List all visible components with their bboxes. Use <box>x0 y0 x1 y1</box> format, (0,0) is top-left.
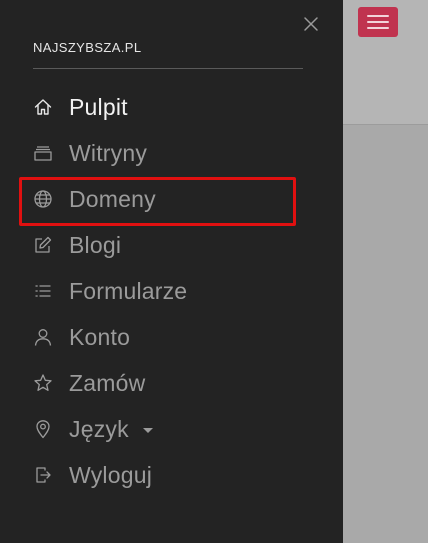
hamburger-line <box>367 15 389 17</box>
menu-item-jezyk[interactable]: Język <box>0 406 343 452</box>
home-icon <box>33 97 53 117</box>
menu-item-zamow[interactable]: Zamów <box>0 360 343 406</box>
user-icon <box>33 327 53 347</box>
side-drawer: NAJSZYBSZA.PL Pulpit Witryny Domeny Blog… <box>0 0 343 543</box>
main-menu: Pulpit Witryny Domeny Blogi Formularze K… <box>0 84 343 498</box>
app-screen: NAJSZYBSZA.PL Pulpit Witryny Domeny Blog… <box>0 0 428 543</box>
menu-item-label: Formularze <box>69 277 188 304</box>
logout-icon <box>33 465 53 485</box>
hamburger-menu-button[interactable] <box>358 7 398 37</box>
dropdown-caret-icon[interactable] <box>142 427 153 433</box>
hamburger-line <box>367 27 389 29</box>
close-icon[interactable] <box>302 15 320 33</box>
menu-item-wyloguj[interactable]: Wyloguj <box>0 452 343 498</box>
menu-item-witryny[interactable]: Witryny <box>0 130 343 176</box>
menu-item-blogi[interactable]: Blogi <box>0 222 343 268</box>
menu-item-label: Konto <box>69 323 131 350</box>
menu-item-label: Wyloguj <box>69 461 153 488</box>
menu-item-label: Pulpit <box>69 93 128 120</box>
menu-item-pulpit[interactable]: Pulpit <box>0 84 343 130</box>
menu-item-label: Język <box>69 415 129 442</box>
edit-icon <box>33 235 53 255</box>
highlight-annotation <box>19 177 296 226</box>
star-icon <box>33 373 53 393</box>
brand-name[interactable]: NAJSZYBSZA.PL <box>33 40 142 55</box>
menu-item-formularze[interactable]: Formularze <box>0 268 343 314</box>
hamburger-line <box>367 21 389 23</box>
menu-item-label: Blogi <box>69 231 122 258</box>
menu-item-konto[interactable]: Konto <box>0 314 343 360</box>
menu-item-label: Zamów <box>69 369 146 396</box>
brand-divider <box>33 68 303 69</box>
location-pin-icon <box>33 419 53 439</box>
menu-item-label: Witryny <box>69 139 148 166</box>
list-icon <box>33 281 53 301</box>
window-stack-icon <box>33 143 53 163</box>
